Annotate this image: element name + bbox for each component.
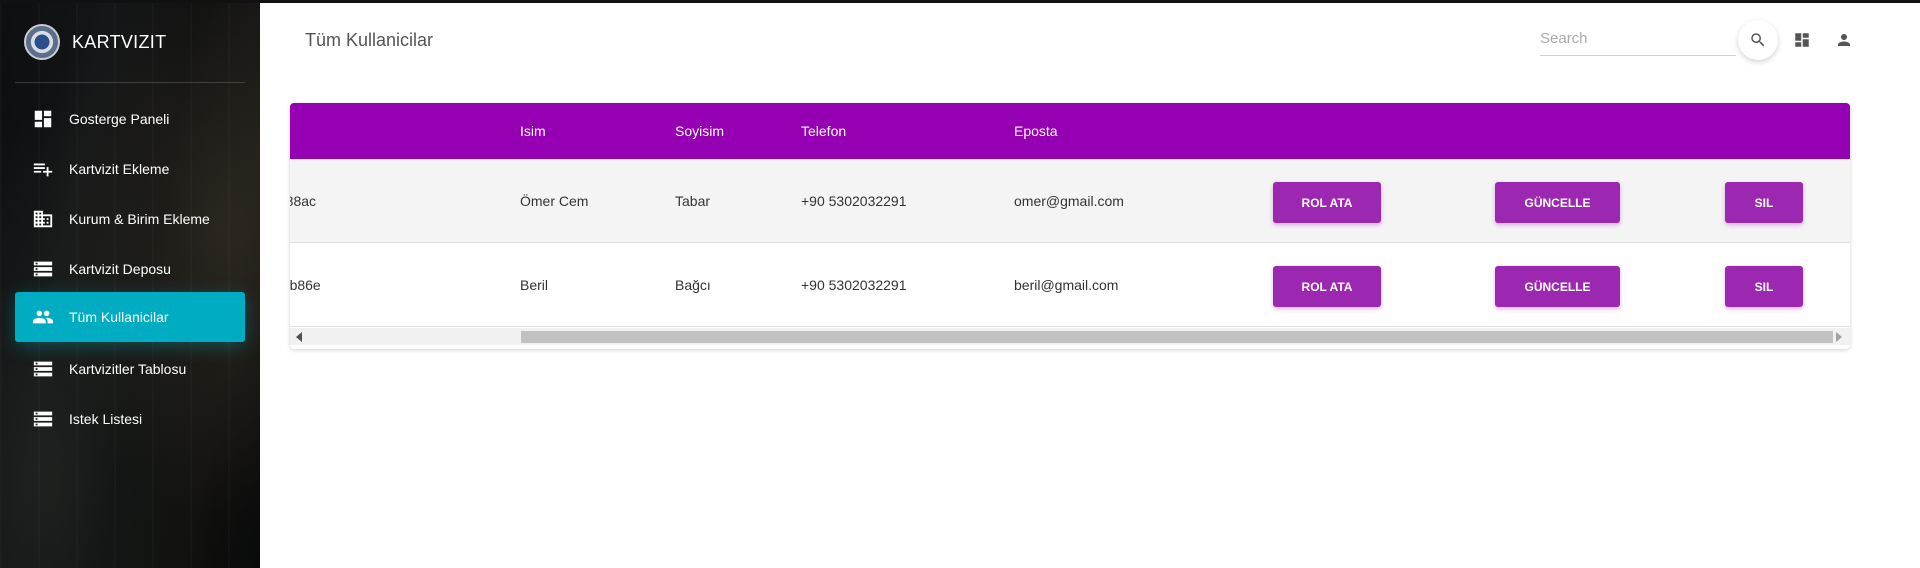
search-icon [1751,33,1765,47]
brand-title: KARTVIZIT [72,31,167,52]
column-header-soyisim: Soyisim [675,123,725,139]
building-icon [31,207,55,231]
sidebar-item-label: Kartvizitler Tablosu [69,361,187,377]
dashboard-icon [31,107,55,131]
cell-isim: Beril [520,277,549,293]
cell-telefon: +90 5302032291 [801,277,907,293]
sidebar-item-label: Kartvizit Ekleme [69,161,170,177]
table-row: 2f88ac Ömer Cem Tabar +90 5302032291 ome… [290,159,1850,243]
guncelle-button[interactable]: GÜNCELLE [1495,182,1620,223]
sidebar-item-gosterge-paneli[interactable]: Gosterge Paneli [15,94,245,144]
person-icon [1838,34,1850,46]
page-title: Tüm Kullanicilar [305,30,434,50]
sil-button[interactable]: SIL [1725,182,1803,223]
storage-icon [31,257,55,281]
search-input[interactable] [1540,22,1736,55]
horizontal-scrollbar[interactable] [290,328,1850,345]
storage-icon [31,357,55,381]
rol-ata-button[interactable]: ROL ATA [1273,182,1381,223]
brand[interactable]: KARTVIZIT [24,22,166,62]
cell-id: 2f88ac [290,193,317,209]
scrollbar-thumb[interactable] [521,331,1833,343]
cell-isim: Ömer Cem [520,193,589,209]
users-table-card: Isim Soyisim Telefon Eposta 2f88ac Ömer … [290,103,1850,349]
search-field [1540,22,1736,56]
scroll-right-arrow-icon[interactable] [1836,332,1842,342]
logo-icon [24,24,60,60]
column-header-telefon: Telefon [801,123,847,139]
cell-eposta: beril@gmail.com [1014,277,1119,293]
sidebar-item-tum-kullanicilar[interactable]: Tüm Kullanicilar [15,292,245,342]
rol-ata-button[interactable]: ROL ATA [1273,266,1381,307]
guncelle-button[interactable]: GÜNCELLE [1495,266,1620,307]
sil-button[interactable]: SIL [1725,266,1803,307]
sidebar-item-kartvizit-deposu[interactable]: Kartvizit Deposu [15,244,245,294]
table-header: Isim Soyisim Telefon Eposta [290,103,1850,159]
sidebar-item-istek-listesi[interactable]: Istek Listesi [15,394,245,444]
brand-divider [15,82,245,83]
sidebar-item-label: Kurum & Birim Ekleme [69,211,210,227]
scroll-left-arrow-icon[interactable] [296,332,302,342]
sidebar-item-kurum-birim-ekleme[interactable]: Kurum & Birim Ekleme [15,194,245,244]
sidebar: KARTVIZIT Gosterge Paneli Kartvizit Ekle… [0,0,260,568]
sidebar-item-label: Tüm Kullanicilar [69,309,169,325]
cell-eposta: omer@gmail.com [1014,193,1124,209]
sidebar-item-kartvizitler-tablosu[interactable]: Kartvizitler Tablosu [15,344,245,394]
cell-id: 57b86e [290,277,321,293]
cell-soyisim: Tabar [675,193,711,209]
profile-button[interactable] [1832,28,1856,52]
table-row: 57b86e Beril Bağcı +90 5302032291 beril@… [290,243,1850,327]
dashboard-button[interactable] [1790,28,1814,52]
dashboard-icon [1795,33,1809,47]
search-button[interactable] [1738,20,1778,60]
column-header-isim: Isim [520,123,546,139]
playlist-add-icon [31,157,55,181]
column-header-eposta: Eposta [1014,123,1058,139]
sidebar-item-label: Gosterge Paneli [69,111,170,127]
people-icon [31,305,55,329]
sidebar-item-label: Kartvizit Deposu [69,261,171,277]
sidebar-item-kartvizit-ekleme[interactable]: Kartvizit Ekleme [15,144,245,194]
cell-telefon: +90 5302032291 [801,193,907,209]
cell-soyisim: Bağcı [675,277,711,293]
sidebar-item-label: Istek Listesi [69,411,143,427]
storage-icon [31,407,55,431]
top-border [0,0,1920,3]
